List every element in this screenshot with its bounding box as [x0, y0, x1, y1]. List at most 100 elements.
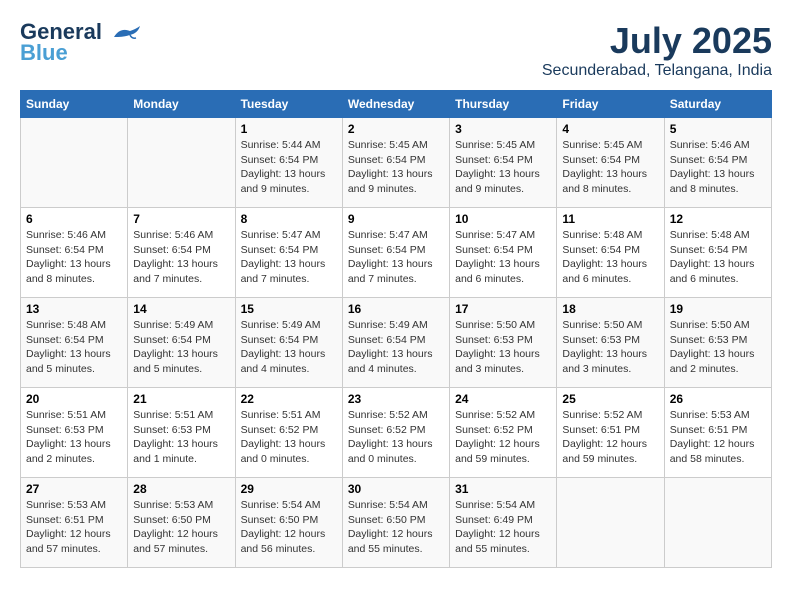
- col-header-saturday: Saturday: [664, 91, 771, 118]
- day-info: Sunrise: 5:53 AM Sunset: 6:50 PM Dayligh…: [133, 498, 229, 557]
- day-info: Sunrise: 5:52 AM Sunset: 6:52 PM Dayligh…: [348, 408, 444, 467]
- col-header-thursday: Thursday: [450, 91, 557, 118]
- day-number: 10: [455, 212, 551, 226]
- day-info: Sunrise: 5:46 AM Sunset: 6:54 PM Dayligh…: [670, 138, 766, 197]
- day-info: Sunrise: 5:53 AM Sunset: 6:51 PM Dayligh…: [26, 498, 122, 557]
- calendar-cell: 28 Sunrise: 5:53 AM Sunset: 6:50 PM Dayli…: [128, 478, 235, 568]
- calendar-cell: 29 Sunrise: 5:54 AM Sunset: 6:50 PM Dayli…: [235, 478, 342, 568]
- day-number: 14: [133, 302, 229, 316]
- calendar-cell: 23 Sunrise: 5:52 AM Sunset: 6:52 PM Dayli…: [342, 388, 449, 478]
- col-header-friday: Friday: [557, 91, 664, 118]
- day-number: 28: [133, 482, 229, 496]
- calendar-cell: 7 Sunrise: 5:46 AM Sunset: 6:54 PM Daylig…: [128, 208, 235, 298]
- calendar-cell: 11Sunrise: 5:48 AM Sunset: 6:54 PM Dayli…: [557, 208, 664, 298]
- day-info: Sunrise: 5:49 AM Sunset: 6:54 PM Dayligh…: [348, 318, 444, 377]
- day-number: 8: [241, 212, 337, 226]
- day-info: Sunrise: 5:46 AM Sunset: 6:54 PM Dayligh…: [133, 228, 229, 287]
- day-info: Sunrise: 5:52 AM Sunset: 6:52 PM Dayligh…: [455, 408, 551, 467]
- calendar-cell: 26 Sunrise: 5:53 AM Sunset: 6:51 PM Dayli…: [664, 388, 771, 478]
- day-number: 31: [455, 482, 551, 496]
- col-header-monday: Monday: [128, 91, 235, 118]
- logo-blue: Blue: [20, 40, 68, 66]
- calendar-cell: [557, 478, 664, 568]
- week-row-5: 27Sunrise: 5:53 AM Sunset: 6:51 PM Dayli…: [21, 478, 772, 568]
- day-info: Sunrise: 5:53 AM Sunset: 6:51 PM Dayligh…: [670, 408, 766, 467]
- day-info: Sunrise: 5:48 AM Sunset: 6:54 PM Dayligh…: [26, 318, 122, 377]
- calendar-cell: [664, 478, 771, 568]
- calendar-cell: [21, 118, 128, 208]
- day-info: Sunrise: 5:54 AM Sunset: 6:50 PM Dayligh…: [241, 498, 337, 557]
- day-number: 9: [348, 212, 444, 226]
- calendar-cell: 5Sunrise: 5:46 AM Sunset: 6:54 PM Daylig…: [664, 118, 771, 208]
- calendar-cell: 15 Sunrise: 5:49 AM Sunset: 6:54 PM Dayli…: [235, 298, 342, 388]
- calendar-cell: 30Sunrise: 5:54 AM Sunset: 6:50 PM Dayli…: [342, 478, 449, 568]
- calendar-cell: 19 Sunrise: 5:50 AM Sunset: 6:53 PM Dayli…: [664, 298, 771, 388]
- calendar-cell: 14 Sunrise: 5:49 AM Sunset: 6:54 PM Dayli…: [128, 298, 235, 388]
- calendar-cell: 27Sunrise: 5:53 AM Sunset: 6:51 PM Dayli…: [21, 478, 128, 568]
- month-title: July 2025: [542, 20, 772, 62]
- day-number: 24: [455, 392, 551, 406]
- title-block: July 2025 Secunderabad, Telangana, India: [542, 20, 772, 80]
- day-info: Sunrise: 5:54 AM Sunset: 6:49 PM Dayligh…: [455, 498, 551, 557]
- location: Secunderabad, Telangana, India: [542, 62, 772, 80]
- day-info: Sunrise: 5:47 AM Sunset: 6:54 PM Dayligh…: [455, 228, 551, 287]
- day-number: 23: [348, 392, 444, 406]
- day-info: Sunrise: 5:45 AM Sunset: 6:54 PM Dayligh…: [562, 138, 658, 197]
- calendar-cell: [128, 118, 235, 208]
- day-number: 29: [241, 482, 337, 496]
- calendar-cell: 20 Sunrise: 5:51 AM Sunset: 6:53 PM Dayli…: [21, 388, 128, 478]
- day-number: 20: [26, 392, 122, 406]
- day-info: Sunrise: 5:52 AM Sunset: 6:51 PM Dayligh…: [562, 408, 658, 467]
- day-number: 12: [670, 212, 766, 226]
- day-info: Sunrise: 5:49 AM Sunset: 6:54 PM Dayligh…: [133, 318, 229, 377]
- day-number: 26: [670, 392, 766, 406]
- day-number: 1: [241, 122, 337, 136]
- col-header-wednesday: Wednesday: [342, 91, 449, 118]
- header-row: SundayMondayTuesdayWednesdayThursdayFrid…: [21, 91, 772, 118]
- logo: General Blue: [20, 20, 142, 66]
- calendar-cell: 4Sunrise: 5:45 AM Sunset: 6:54 PM Daylig…: [557, 118, 664, 208]
- day-number: 16: [348, 302, 444, 316]
- day-info: Sunrise: 5:47 AM Sunset: 6:54 PM Dayligh…: [241, 228, 337, 287]
- day-number: 7: [133, 212, 229, 226]
- calendar-cell: 21Sunrise: 5:51 AM Sunset: 6:53 PM Dayli…: [128, 388, 235, 478]
- calendar-cell: 24 Sunrise: 5:52 AM Sunset: 6:52 PM Dayli…: [450, 388, 557, 478]
- day-info: Sunrise: 5:49 AM Sunset: 6:54 PM Dayligh…: [241, 318, 337, 377]
- day-number: 13: [26, 302, 122, 316]
- col-header-sunday: Sunday: [21, 91, 128, 118]
- calendar-cell: 8 Sunrise: 5:47 AM Sunset: 6:54 PM Daylig…: [235, 208, 342, 298]
- day-info: Sunrise: 5:50 AM Sunset: 6:53 PM Dayligh…: [455, 318, 551, 377]
- calendar-cell: 17Sunrise: 5:50 AM Sunset: 6:53 PM Dayli…: [450, 298, 557, 388]
- day-info: Sunrise: 5:46 AM Sunset: 6:54 PM Dayligh…: [26, 228, 122, 287]
- day-number: 3: [455, 122, 551, 136]
- day-number: 15: [241, 302, 337, 316]
- day-number: 25: [562, 392, 658, 406]
- calendar-cell: 3 Sunrise: 5:45 AM Sunset: 6:54 PM Daylig…: [450, 118, 557, 208]
- col-header-tuesday: Tuesday: [235, 91, 342, 118]
- calendar-cell: 13 Sunrise: 5:48 AM Sunset: 6:54 PM Dayli…: [21, 298, 128, 388]
- day-info: Sunrise: 5:51 AM Sunset: 6:53 PM Dayligh…: [133, 408, 229, 467]
- calendar-cell: 22Sunrise: 5:51 AM Sunset: 6:52 PM Dayli…: [235, 388, 342, 478]
- day-info: Sunrise: 5:51 AM Sunset: 6:52 PM Dayligh…: [241, 408, 337, 467]
- day-number: 11: [562, 212, 658, 226]
- calendar-cell: 12 Sunrise: 5:48 AM Sunset: 6:54 PM Dayli…: [664, 208, 771, 298]
- calendar-cell: 18Sunrise: 5:50 AM Sunset: 6:53 PM Dayli…: [557, 298, 664, 388]
- calendar-cell: 25 Sunrise: 5:52 AM Sunset: 6:51 PM Dayli…: [557, 388, 664, 478]
- week-row-3: 13 Sunrise: 5:48 AM Sunset: 6:54 PM Dayli…: [21, 298, 772, 388]
- day-info: Sunrise: 5:51 AM Sunset: 6:53 PM Dayligh…: [26, 408, 122, 467]
- day-number: 2: [348, 122, 444, 136]
- day-number: 19: [670, 302, 766, 316]
- day-info: Sunrise: 5:47 AM Sunset: 6:54 PM Dayligh…: [348, 228, 444, 287]
- calendar-cell: 2Sunrise: 5:45 AM Sunset: 6:54 PM Daylig…: [342, 118, 449, 208]
- logo-bird-icon: [110, 23, 142, 43]
- week-row-1: 1 Sunrise: 5:44 AM Sunset: 6:54 PM Daylig…: [21, 118, 772, 208]
- day-info: Sunrise: 5:48 AM Sunset: 6:54 PM Dayligh…: [670, 228, 766, 287]
- day-info: Sunrise: 5:50 AM Sunset: 6:53 PM Dayligh…: [670, 318, 766, 377]
- week-row-2: 6Sunrise: 5:46 AM Sunset: 6:54 PM Daylig…: [21, 208, 772, 298]
- page-header: General Blue July 2025 Secunderabad, Tel…: [20, 20, 772, 80]
- calendar-cell: 1 Sunrise: 5:44 AM Sunset: 6:54 PM Daylig…: [235, 118, 342, 208]
- calendar-cell: 9 Sunrise: 5:47 AM Sunset: 6:54 PM Daylig…: [342, 208, 449, 298]
- day-info: Sunrise: 5:45 AM Sunset: 6:54 PM Dayligh…: [455, 138, 551, 197]
- calendar-cell: 16 Sunrise: 5:49 AM Sunset: 6:54 PM Dayli…: [342, 298, 449, 388]
- day-info: Sunrise: 5:44 AM Sunset: 6:54 PM Dayligh…: [241, 138, 337, 197]
